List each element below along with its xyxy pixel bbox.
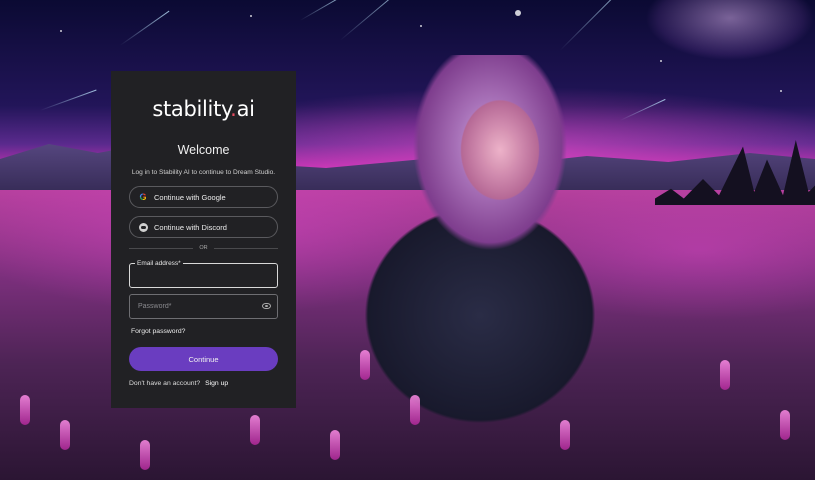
- continue-with-google-button[interactable]: G Continue with Google: [129, 186, 278, 208]
- continue-with-discord-button[interactable]: Continue with Discord: [129, 216, 278, 238]
- or-text: OR: [199, 245, 208, 251]
- login-subtitle: Log in to Stability AI to continue to Dr…: [131, 169, 276, 176]
- welcome-heading: Welcome: [177, 143, 230, 157]
- signup-row: Don't have an account? Sign up: [129, 380, 278, 387]
- password-input[interactable]: [130, 295, 277, 318]
- google-icon: G: [139, 192, 147, 202]
- email-input[interactable]: [130, 264, 277, 287]
- show-password-eye-icon[interactable]: [262, 303, 271, 309]
- background-figure: [300, 55, 650, 480]
- stability-logo: stability.ai: [152, 97, 255, 121]
- email-label: Email address*: [135, 260, 183, 267]
- continue-button[interactable]: Continue: [129, 347, 278, 371]
- email-field-wrapper: Email address*: [129, 260, 278, 288]
- sign-up-link[interactable]: Sign up: [205, 380, 228, 387]
- signup-prompt: Don't have an account?: [129, 380, 201, 387]
- social-login-group: G Continue with Google Continue with Dis…: [129, 186, 278, 238]
- or-divider: OR: [129, 245, 278, 251]
- discord-button-label: Continue with Discord: [154, 222, 227, 232]
- forgot-password-link[interactable]: Forgot password?: [129, 328, 278, 335]
- login-panel: stability.ai Welcome Log in to Stability…: [111, 71, 296, 408]
- discord-icon: [138, 222, 148, 232]
- google-button-label: Continue with Google: [154, 192, 226, 202]
- password-field-wrapper: [129, 294, 278, 319]
